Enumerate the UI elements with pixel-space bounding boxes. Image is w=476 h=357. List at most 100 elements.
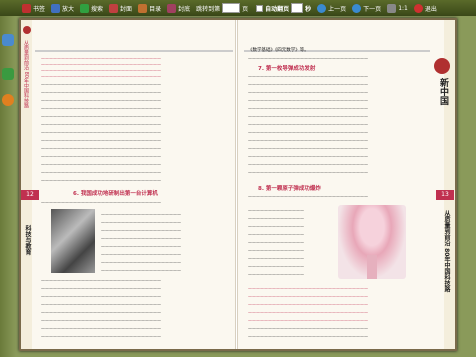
goto-page: 跳转到第页 (196, 2, 248, 14)
bookmark-button[interactable]: 书签 (22, 2, 45, 14)
side-panel (0, 16, 16, 357)
body-text: —————————————————————————————— (248, 56, 368, 61)
body-text: —————————————— (248, 208, 304, 213)
body-text: —————————————————————————————— (41, 294, 161, 299)
next-arrow-icon (352, 3, 362, 13)
contents-button[interactable]: 目录 (138, 2, 161, 14)
exit-button[interactable]: 退出 (413, 2, 437, 14)
back-cover-icon (167, 3, 177, 13)
back-cover-button[interactable]: 封底 (167, 2, 190, 14)
body-text: —————————————————————————————— (248, 122, 368, 127)
body-text: —————————————————————————————— (41, 154, 161, 159)
body-text: —————————————————————————————— (41, 74, 161, 79)
body-text: —————————————————————————————— (41, 170, 161, 175)
body-text: —————————————————————————————— (41, 90, 161, 95)
search-button[interactable]: 搜索 (80, 2, 103, 14)
body-text: —————————————————————————————— (41, 122, 161, 127)
right-top-heading: 《数学基础》《四元数学》等。 (248, 48, 309, 53)
body-text: —————————————————————————————— (248, 318, 368, 323)
body-text: —————————————————————————————— (41, 278, 161, 283)
body-text: —————————————— (248, 272, 304, 277)
body-text: —————————————————————————————— (41, 334, 161, 339)
left-seal-icon (23, 26, 31, 34)
body-text: —————————————————————————————— (41, 178, 161, 183)
left-page[interactable]: 从质量到前沿 80年中国科技路 12 科技与教育 ———————————————… (21, 20, 238, 349)
cover-icon (109, 3, 119, 13)
body-text: —————————————————————————————— (248, 154, 368, 159)
badge-icon[interactable] (2, 94, 14, 106)
body-text: —————————————————————————————— (248, 326, 368, 331)
mushroom-cloud-stem (367, 255, 377, 279)
body-text: —————————————————————————————— (41, 130, 161, 135)
body-text: ———————————————————— (101, 244, 181, 249)
body-text: —————————————————————————————— (248, 98, 368, 103)
body-text: —————————————————————————————— (248, 114, 368, 119)
auto-flip-toggle[interactable]: 自动翻页秒 (254, 2, 311, 14)
contents-icon (138, 3, 148, 13)
body-text: ———————————————————— (101, 220, 181, 225)
toolbar: 书签 放大 搜索 封面 目录 封底 跳转到第页 自动翻页秒 上一页 下一页 1:… (0, 0, 476, 16)
left-section-title: 科技与教育 (24, 225, 31, 255)
body-text: —————————————————————————————— (41, 310, 161, 315)
left-page-number: 12 (21, 190, 39, 200)
body-text: —————————————————————————————— (41, 106, 161, 111)
body-text: —————————————————————————————— (41, 82, 161, 87)
body-text: —————————————————————————————— (248, 162, 368, 167)
zoom-in-button[interactable]: 放大 (51, 2, 74, 14)
book: 从质量到前沿 80年中国科技路 12 科技与教育 ———————————————… (19, 18, 457, 351)
body-text: ———————————————————— (101, 268, 181, 273)
body-text: —————————————————————————————— (248, 106, 368, 111)
body-text: —————————————— (248, 264, 304, 269)
body-text: ———————————————————— (101, 236, 181, 241)
actual-size-icon (387, 3, 397, 13)
seconds-input[interactable] (291, 3, 304, 13)
body-text: —————————————————————————————— (248, 310, 368, 315)
body-text: —————————————————————————————— (41, 56, 161, 61)
right-section-heading-1: 7. 第一枚导弹成功发射 (258, 66, 316, 72)
series-title: 新中国 (438, 78, 448, 105)
body-text: —————————————————————————————— (41, 138, 161, 143)
leaf-icon[interactable] (2, 68, 14, 80)
prev-page-button[interactable]: 上一页 (317, 2, 346, 14)
body-text: —————————————— (248, 240, 304, 245)
next-page-button[interactable]: 下一页 (352, 2, 381, 14)
computer-photo (51, 209, 95, 273)
actual-size-button[interactable]: 1:1 (387, 2, 408, 14)
goto-page-input[interactable] (222, 3, 241, 13)
body-text: —————————————————————————————— (248, 194, 368, 199)
prev-arrow-icon (317, 3, 327, 13)
body-text: —————————————— (248, 232, 304, 237)
right-page[interactable]: 新中国 13 从质量到前沿 80年中国科技路 《数学基础》《四元数学》等。 ——… (238, 20, 455, 349)
body-text: —————————————— (248, 224, 304, 229)
auto-flip-checkbox[interactable] (256, 4, 264, 12)
body-text: ———————————————————— (101, 228, 181, 233)
left-section-heading: 6. 我国成功地研制出第一台计算机 (73, 191, 158, 197)
body-text: —————————————————————————————— (41, 114, 161, 119)
body-text: —————————————————————————————— (248, 170, 368, 175)
body-text: —————————————————————————————— (248, 286, 368, 291)
zoom-in-icon (51, 3, 61, 13)
body-text: —————————————————————————————— (41, 68, 161, 73)
body-text: —————————————————————————————— (41, 286, 161, 291)
body-text: —————————————— (248, 248, 304, 253)
body-text: —————————————————————————————— (41, 326, 161, 331)
body-text: —————————————————————————————— (41, 146, 161, 151)
body-text: —————————————— (248, 256, 304, 261)
body-text: —————————————————————————————— (248, 138, 368, 143)
search-icon (80, 3, 90, 13)
body-text: —————————————— (248, 216, 304, 221)
right-vertical-title: 从质量到前沿 80年中国科技路 (443, 210, 450, 293)
body-text: —————————————————————————————— (41, 200, 161, 205)
body-text: —————————————————————————————— (248, 302, 368, 307)
cover-button[interactable]: 封面 (109, 2, 132, 14)
thumbnail-icon[interactable] (2, 34, 14, 46)
body-text: —————————————————————————————— (41, 98, 161, 103)
body-text: —————————————————————————————— (41, 162, 161, 167)
body-text: ———————————————————— (101, 260, 181, 265)
body-text: —————————————————————————————— (248, 146, 368, 151)
body-text: ———————————————————— (101, 212, 181, 217)
body-text: ———————————————————— (101, 252, 181, 257)
body-text: —————————————————————————————— (248, 82, 368, 87)
body-text: —————————————————————————————— (248, 74, 368, 79)
body-text: —————————————————————————————— (248, 294, 368, 299)
